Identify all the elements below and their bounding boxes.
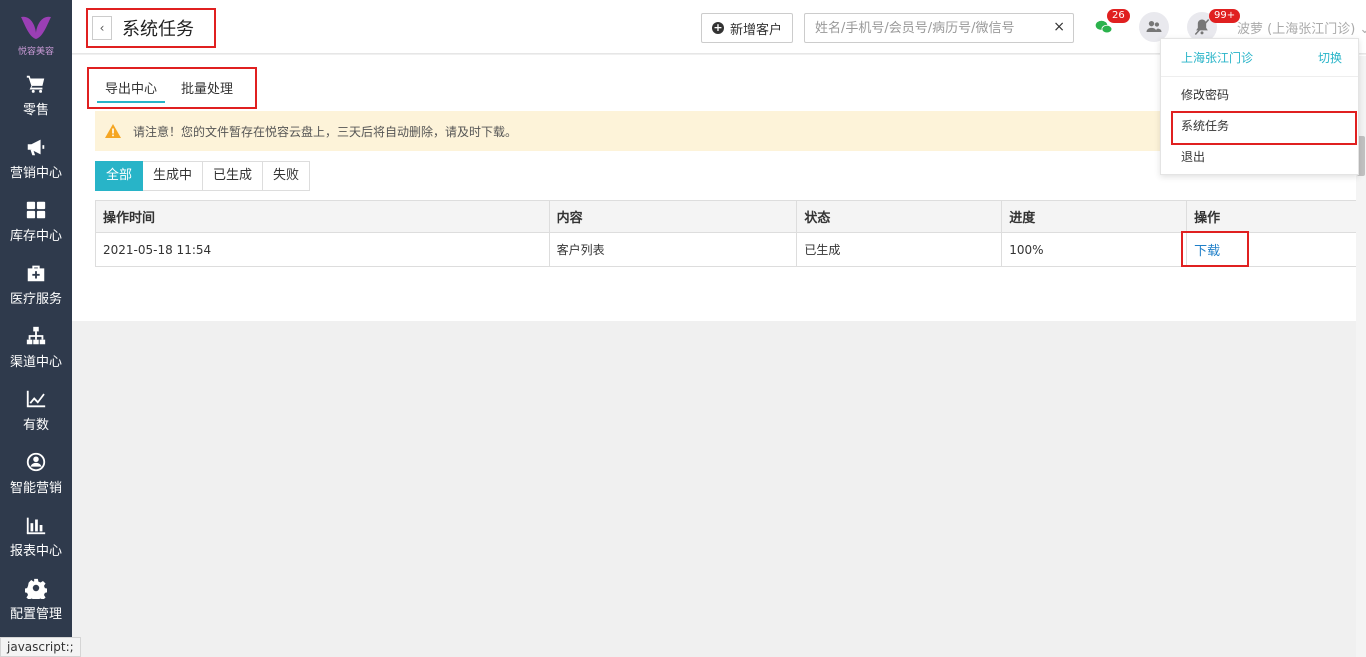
wechat-badge: 26 (1107, 9, 1130, 23)
store-row: 上海张江门诊 切换 (1161, 39, 1358, 77)
status-filters: 全部 生成中 已生成 失败 (95, 161, 311, 191)
nav-label: 渠道中心 (9, 355, 62, 370)
nav-channel[interactable]: 渠道中心 (0, 316, 72, 379)
grid-icon (26, 201, 46, 219)
logo-text: 悦容美容 (17, 47, 54, 57)
user-menu[interactable]: 波萝 (上海张江门诊) ⌄ (1237, 18, 1366, 37)
smart-marketing-icon (26, 452, 46, 472)
page-title: 系统任务 (122, 19, 194, 40)
notification-badge: 99+ (1209, 9, 1241, 23)
sidebar: 悦容美容 零售 营销中心 库存中心 医疗服务 渠道中心 有数 智能营销 报表中心… (0, 0, 72, 657)
nav-smart-marketing[interactable]: 智能营销 (0, 442, 72, 505)
nav-label: 库存中心 (9, 229, 62, 244)
download-highlight (1181, 231, 1250, 267)
nav-inventory[interactable]: 库存中心 (0, 190, 72, 253)
nav-reports[interactable]: 报表中心 (0, 505, 72, 568)
nav-marketing[interactable]: 营销中心 (0, 127, 72, 190)
switch-store-link[interactable]: 切换 (1318, 49, 1342, 66)
menu-highlight (1171, 111, 1357, 145)
warning-icon (105, 124, 121, 138)
filter-generating[interactable]: 生成中 (143, 161, 204, 191)
user-dropdown: 上海张江门诊 切换 修改密码 系统任务 退出 (1160, 38, 1359, 175)
menu-change-password[interactable]: 修改密码 (1161, 80, 1358, 111)
gear-icon (25, 578, 47, 599)
nav-label: 报表中心 (9, 544, 62, 559)
add-customer-label: 新增客户 (729, 22, 782, 38)
cell-content: 客户列表 (548, 232, 798, 267)
col-status: 状态 (796, 200, 1003, 233)
nav-config[interactable]: 配置管理 (0, 568, 72, 631)
menu-logout[interactable]: 退出 (1161, 142, 1358, 173)
tab-export-center[interactable]: 导出中心 (97, 78, 166, 103)
nav-label: 有数 (22, 418, 49, 433)
plus-circle-icon: + (711, 21, 724, 34)
nav-label: 智能营销 (9, 481, 62, 496)
filter-failed[interactable]: 失败 (263, 161, 311, 191)
cell-action: 下载 (1181, 231, 1357, 267)
search-box: × (804, 13, 1074, 43)
clear-icon[interactable]: × (1053, 19, 1065, 35)
megaphone-icon (27, 139, 45, 156)
table-header: 操作时间 内容 状态 进度 操作 (95, 200, 1357, 233)
users-icon (1146, 21, 1162, 32)
store-name: 上海张江门诊 (1181, 51, 1254, 65)
bar-chart-icon (26, 517, 46, 535)
cart-icon (26, 75, 45, 93)
nav-data[interactable]: 有数 (0, 379, 72, 442)
wechat-button[interactable]: 26 (1089, 9, 1130, 42)
cell-time: 2021-05-18 11:54 (95, 232, 550, 267)
line-chart-icon (26, 390, 46, 408)
table-row: 2021-05-18 11:54 客户列表 已生成 100% 下载 (95, 231, 1357, 267)
nav-label: 医疗服务 (9, 292, 62, 307)
col-time: 操作时间 (95, 200, 550, 233)
col-content: 内容 (548, 200, 798, 233)
cell-progress: 100% (1001, 232, 1188, 267)
nav-label: 零售 (22, 103, 49, 118)
sitemap-icon (26, 326, 46, 345)
nav-label: 配置管理 (9, 607, 62, 622)
nav-label: 营销中心 (9, 166, 62, 181)
cell-status: 已生成 (796, 232, 1003, 267)
status-bar: javascript:; (0, 637, 81, 657)
medkit-icon (27, 265, 45, 282)
notice-text: 请注意！您的文件暂存在悦容云盘上，三天后将自动删除，请及时下载。 (133, 124, 518, 139)
tabs-highlight: 导出中心 批量处理 (87, 67, 257, 109)
logo[interactable]: 悦容美容 (0, 0, 72, 64)
bell-muted-icon (1194, 19, 1210, 35)
nav-retail[interactable]: 零售 (0, 64, 72, 127)
search-input[interactable] (805, 14, 1041, 42)
tab-batch-processing[interactable]: 批量处理 (181, 78, 233, 97)
task-table: 操作时间 内容 状态 进度 操作 2021-05-18 11:54 客户列表 已… (95, 200, 1357, 267)
back-button[interactable]: ‹ (92, 16, 112, 40)
filter-all[interactable]: 全部 (95, 161, 144, 191)
col-progress: 进度 (1001, 200, 1188, 233)
title-highlight: ‹ 系统任务 (86, 8, 216, 48)
logo-icon (21, 16, 51, 39)
col-action: 操作 (1186, 200, 1357, 233)
filter-generated[interactable]: 已生成 (203, 161, 264, 191)
add-customer-button[interactable]: + 新增客户 (701, 13, 793, 43)
nav-medical[interactable]: 医疗服务 (0, 253, 72, 316)
